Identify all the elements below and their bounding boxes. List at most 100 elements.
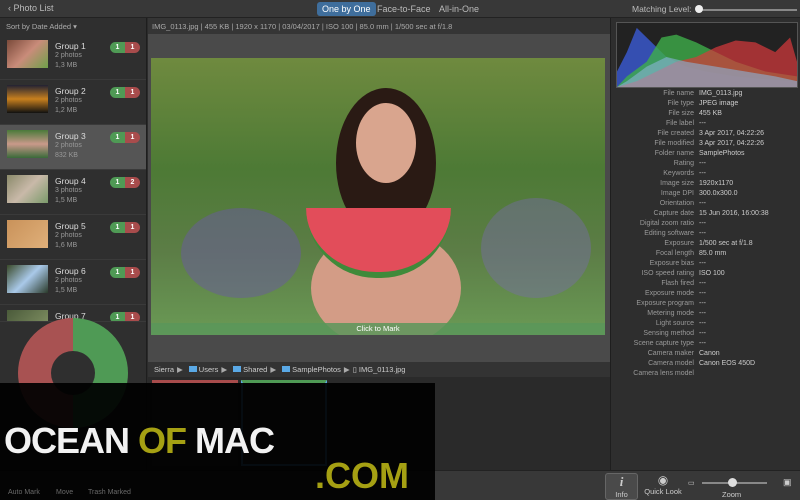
histogram	[616, 22, 798, 88]
group-size: 1,6 MB	[55, 242, 78, 249]
photo-info-bar: IMG_0113.jpg | 455 KB | 1920 x 1170 | 03…	[148, 18, 610, 34]
matching-level-slider[interactable]	[697, 9, 797, 11]
trash-marked-button[interactable]: Trash Marked	[88, 489, 131, 496]
info-value: ---	[699, 300, 706, 307]
info-key: Light source	[655, 320, 694, 327]
folder-icon	[233, 366, 242, 372]
path-shared[interactable]: Shared	[243, 365, 267, 374]
path-samplephotos[interactable]: SamplePhotos	[292, 365, 341, 374]
info-key: Image DPI	[660, 190, 694, 197]
path-disk[interactable]: Sierra	[154, 365, 174, 374]
info-key: Capture date	[653, 210, 694, 217]
group-photo-count: 2 photos	[55, 232, 82, 239]
path-bar: Sierra ▶ Users ▶ Shared ▶ SamplePhotos ▶ ▯ IMG_0…	[148, 362, 610, 377]
keep-count: 1	[110, 87, 125, 98]
folder-icon	[188, 366, 197, 372]
group-row[interactable]: Group 1 2 photos 1,3 MB 11	[0, 35, 146, 80]
info-value: 1920x1170	[699, 180, 734, 187]
keep-count: 1	[110, 222, 125, 233]
marked-count: 1	[125, 87, 140, 98]
mode-all-in-one[interactable]: All-in-One	[434, 2, 484, 16]
group-name: Group 5	[55, 221, 86, 231]
path-file[interactable]: IMG_0113.jpg	[359, 365, 406, 374]
group-size: 1,5 MB	[55, 197, 78, 204]
back-to-photo-list-button[interactable]: ‹ Photo List	[8, 3, 54, 13]
group-row[interactable]: Group 5 2 photos 1,6 MB 11	[0, 215, 146, 260]
watermark-logo: OCEAN OF MAC	[4, 420, 275, 462]
info-key: File type	[667, 100, 694, 107]
info-button[interactable]: i Info	[605, 473, 638, 500]
matching-level-knob[interactable]	[695, 5, 703, 13]
zoom-in-icon[interactable]: ▣	[783, 477, 792, 488]
group-size: 1,2 MB	[55, 107, 78, 114]
info-key: Exposure	[664, 240, 694, 247]
info-value: JPEG image	[699, 100, 739, 107]
info-value: ---	[699, 330, 706, 337]
info-key: File label	[665, 120, 694, 127]
marked-count: 1	[125, 132, 140, 143]
info-value: ISO 100	[699, 270, 725, 277]
zoom-slider-knob[interactable]	[728, 478, 737, 487]
info-key: Exposure bias	[649, 260, 694, 267]
marked-count: 2	[125, 177, 140, 188]
group-row[interactable]: Group 3 2 photos 832 KB 11	[0, 125, 146, 170]
group-photo-count: 2 photos	[55, 52, 82, 59]
group-name: Group 3	[55, 131, 86, 141]
keep-count: 1	[110, 177, 125, 188]
move-button[interactable]: Move	[56, 489, 73, 496]
group-badge: 11	[110, 132, 140, 143]
sort-dropdown[interactable]: Sort by Date Added ▾	[6, 22, 77, 31]
auto-mark-button[interactable]: Auto Mark	[8, 489, 40, 496]
toolbar: ‹ Photo List One by One Face-to-Face All…	[0, 0, 800, 18]
mode-one-by-one[interactable]: One by One	[317, 2, 376, 16]
mode-face-to-face[interactable]: Face-to-Face	[372, 2, 436, 16]
info-key: File size	[668, 110, 694, 117]
marked-count: 1	[125, 42, 140, 53]
info-label: Info	[615, 490, 628, 499]
group-thumbnail	[7, 85, 48, 113]
info-value: ---	[699, 320, 706, 327]
info-value: ---	[699, 120, 706, 127]
info-key: File modified	[654, 140, 694, 147]
info-value: 85.0 mm	[699, 250, 727, 257]
marked-count: 1	[125, 222, 140, 233]
info-key: Camera model	[648, 360, 694, 367]
info-key: Metering mode	[647, 310, 694, 317]
path-users[interactable]: Users	[199, 365, 219, 374]
info-key: Digital zoom ratio	[639, 220, 694, 227]
marked-count: 1	[125, 267, 140, 278]
info-value: ---	[699, 310, 706, 317]
group-row[interactable]: Group 2 2 photos 1,2 MB 11	[0, 80, 146, 125]
info-value: ---	[699, 340, 706, 347]
group-row[interactable]: Group 4 3 photos 1,5 MB 12	[0, 170, 146, 215]
info-key: Scene capture type	[633, 340, 694, 347]
info-value: 455 KB	[699, 110, 722, 117]
group-photo-count: 2 photos	[55, 142, 82, 149]
info-key: Keywords	[663, 170, 694, 177]
keep-count: 1	[110, 267, 125, 278]
group-badge: 11	[110, 87, 140, 98]
info-value: ---	[699, 160, 706, 167]
watermark-com: .COM	[315, 455, 409, 496]
info-key: File name	[663, 90, 694, 97]
group-thumbnail	[7, 265, 48, 293]
info-value: ---	[699, 280, 706, 287]
folder-icon	[282, 366, 291, 372]
click-to-mark-button[interactable]: Click to Mark	[151, 323, 605, 335]
group-badge: 11	[110, 267, 140, 278]
info-value: IMG_0113.jpg	[699, 90, 743, 97]
eye-icon: ◉	[657, 473, 669, 487]
group-name: Group 4	[55, 176, 86, 186]
group-row[interactable]: Group 6 2 photos 1,5 MB 11	[0, 260, 146, 305]
watermark-of: OF	[138, 420, 187, 461]
info-key: Orientation	[659, 200, 694, 207]
zoom-label: Zoom	[722, 490, 742, 499]
main-photo[interactable]	[151, 58, 605, 335]
info-key: Exposure program	[636, 300, 694, 307]
zoom-out-icon[interactable]: ▭	[688, 479, 695, 487]
group-thumbnail	[7, 310, 48, 321]
group-thumbnail	[7, 130, 48, 158]
quick-look-button[interactable]: ◉ Quick Look	[643, 473, 683, 496]
group-thumbnail	[7, 220, 48, 248]
keep-count: 1	[110, 132, 125, 143]
